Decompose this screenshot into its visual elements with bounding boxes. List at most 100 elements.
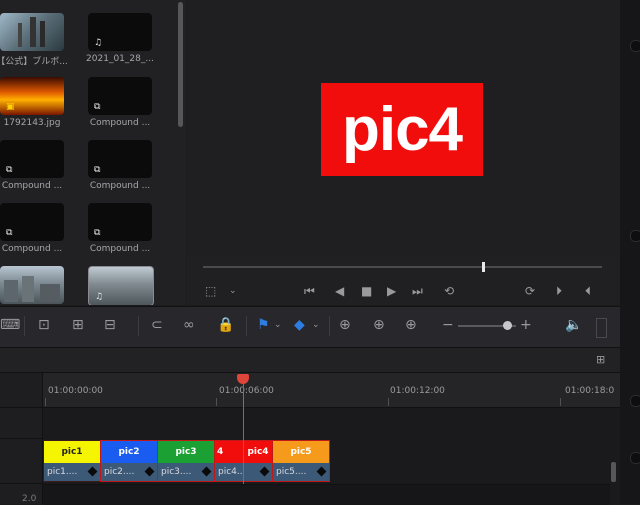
track-divider (0, 438, 42, 439)
clip-thumbnail: ♫ (88, 13, 152, 51)
clip-thumbnail (0, 13, 64, 51)
divider (329, 316, 330, 336)
divider (246, 316, 247, 336)
skip-start-icon[interactable]: ⏮ (304, 284, 315, 298)
keyframe-icon (144, 466, 155, 477)
compound-clip-icon: ⧉ (6, 165, 13, 175)
clip-thumbnail: ▣ (0, 77, 64, 115)
clip-title: pic3 (158, 441, 214, 463)
chevron-down-icon[interactable]: ⌄ (312, 316, 320, 334)
timeline-clip[interactable]: pic2 pic2.... (100, 440, 158, 482)
track-divider (0, 483, 42, 484)
zoom-detail-icon[interactable]: ⊕ (373, 316, 385, 334)
timeline-vertical-scrollbar[interactable] (611, 462, 616, 482)
transform-icon[interactable]: ⬚ (205, 284, 216, 298)
timeline-clip[interactable]: pic5 pic5.... (272, 440, 330, 482)
clip-label: 【公式】ブルボ... (0, 57, 68, 67)
audio-meter (596, 318, 607, 338)
clip-thumbnail (0, 266, 64, 304)
timeline-header (0, 348, 620, 373)
panel-handle-icon[interactable] (630, 40, 640, 52)
clip-title: 4 (215, 441, 243, 463)
overwrite-clip-icon[interactable]: ⊞ (72, 316, 84, 334)
track-divider (0, 407, 42, 408)
clip-label (244, 463, 272, 481)
clip-label: 2021_01_28_... (86, 54, 154, 64)
clip-thumbnail: ⧉ (0, 203, 64, 241)
flag-icon[interactable]: ⚑ (257, 316, 270, 334)
skip-end-icon[interactable]: ⏭ (412, 284, 423, 298)
music-note-icon: ♫ (95, 292, 104, 302)
panel-handle-icon[interactable] (630, 452, 640, 464)
step-back-icon[interactable]: ◀ (335, 284, 344, 298)
keyframe-icon (316, 466, 327, 477)
insert-clip-icon[interactable]: ⊡ (38, 316, 50, 334)
compound-clip-icon: ⧉ (94, 228, 101, 238)
clip-thumbnail: ⧉ (88, 77, 152, 115)
play-icon[interactable]: ▶ (387, 284, 396, 298)
link-icon[interactable]: ∞ (183, 316, 195, 334)
prev-edit-icon[interactable]: ⏴ (585, 284, 591, 298)
media-pool: 【公式】ブルボ... ♫ 2021_01_28_... ▣ 1792143.jp… (0, 0, 186, 305)
keyframe-icon (87, 466, 98, 477)
ruler-tick (560, 398, 561, 406)
clip-title: pic4 (244, 441, 272, 463)
clip-label: pic2.... (101, 463, 157, 481)
chevron-down-icon[interactable]: ⌄ (274, 316, 282, 334)
timeline-clip[interactable]: pic4 (243, 440, 273, 482)
chevron-down-icon[interactable]: ⌄ (229, 284, 237, 298)
timeline-horizontal-scrollbar[interactable] (43, 484, 610, 505)
timeline-clip[interactable]: pic3 pic3.... (157, 440, 215, 482)
timeline-clip[interactable]: 4 pic4.... (214, 440, 244, 482)
zoom-in-icon[interactable]: + (520, 316, 532, 334)
marker-icon[interactable]: ◆ (294, 316, 305, 334)
ruler-tick (216, 398, 217, 406)
video-thumb-image (4, 276, 60, 302)
ruler-tick (45, 398, 46, 406)
zoom-custom-icon[interactable]: ⊕ (405, 316, 417, 334)
compound-clip-icon: ⧉ (94, 165, 101, 175)
clip-title: pic1 (44, 441, 100, 463)
panel-handle-icon[interactable] (630, 230, 640, 242)
match-frame-icon[interactable]: ⟳ (525, 284, 535, 298)
clip-label: Compound ... (89, 244, 151, 254)
timecode-label: 01:00:18:0 (565, 386, 615, 396)
clip-label: Compound ... (1, 181, 63, 191)
clip-label: Compound ... (1, 244, 63, 254)
viewer-scrubber[interactable] (203, 266, 602, 268)
ruler-tick (388, 398, 389, 406)
timeline-view-icon[interactable]: ⊞ (596, 353, 605, 366)
panel-handle-icon[interactable] (630, 395, 640, 407)
keyboard-icon[interactable]: ⌨ (0, 316, 20, 334)
divider (138, 316, 139, 336)
zoom-full-icon[interactable]: ⊕ (339, 316, 351, 334)
clip-label: pic5.... (273, 463, 329, 481)
video-thumb-image (18, 17, 45, 47)
compound-clip-icon: ⧉ (6, 228, 13, 238)
scrubber-playhead[interactable] (482, 262, 485, 272)
keyframe-icon (259, 466, 270, 477)
ripple-icon[interactable]: ⊂ (151, 316, 163, 334)
timeline-ruler[interactable] (43, 373, 620, 408)
loop-icon[interactable]: ⟲ (444, 284, 454, 298)
timecode-label: 01:00:12:00 (390, 386, 445, 396)
clip-thumbnail: ⧉ (88, 203, 152, 241)
clip-label: 1792143.jpg (3, 118, 61, 128)
timeline-clip[interactable]: pic1 pic1.... (43, 440, 101, 482)
volume-icon[interactable]: 🔈 (565, 316, 582, 334)
zoom-slider-handle[interactable] (503, 321, 512, 330)
clip-thumbnail: ♫ (88, 266, 154, 305)
compound-clip-icon: ⧉ (94, 102, 101, 112)
clip-thumbnail: ⧉ (88, 140, 152, 178)
replace-clip-icon[interactable]: ⊟ (104, 316, 116, 334)
clip-label: Compound ... (89, 181, 151, 191)
clip-label: Compound ... (89, 118, 151, 128)
media-pool-scrollbar[interactable] (178, 2, 183, 127)
stop-icon[interactable]: ■ (361, 284, 372, 298)
clip-label: pic1.... (44, 463, 100, 481)
lock-icon[interactable]: 🔒 (217, 316, 234, 334)
next-frame-icon[interactable]: ⏵ (556, 284, 562, 298)
image-icon: ▣ (6, 102, 15, 112)
right-panel-edge (620, 0, 640, 504)
zoom-out-icon[interactable]: − (442, 316, 454, 334)
